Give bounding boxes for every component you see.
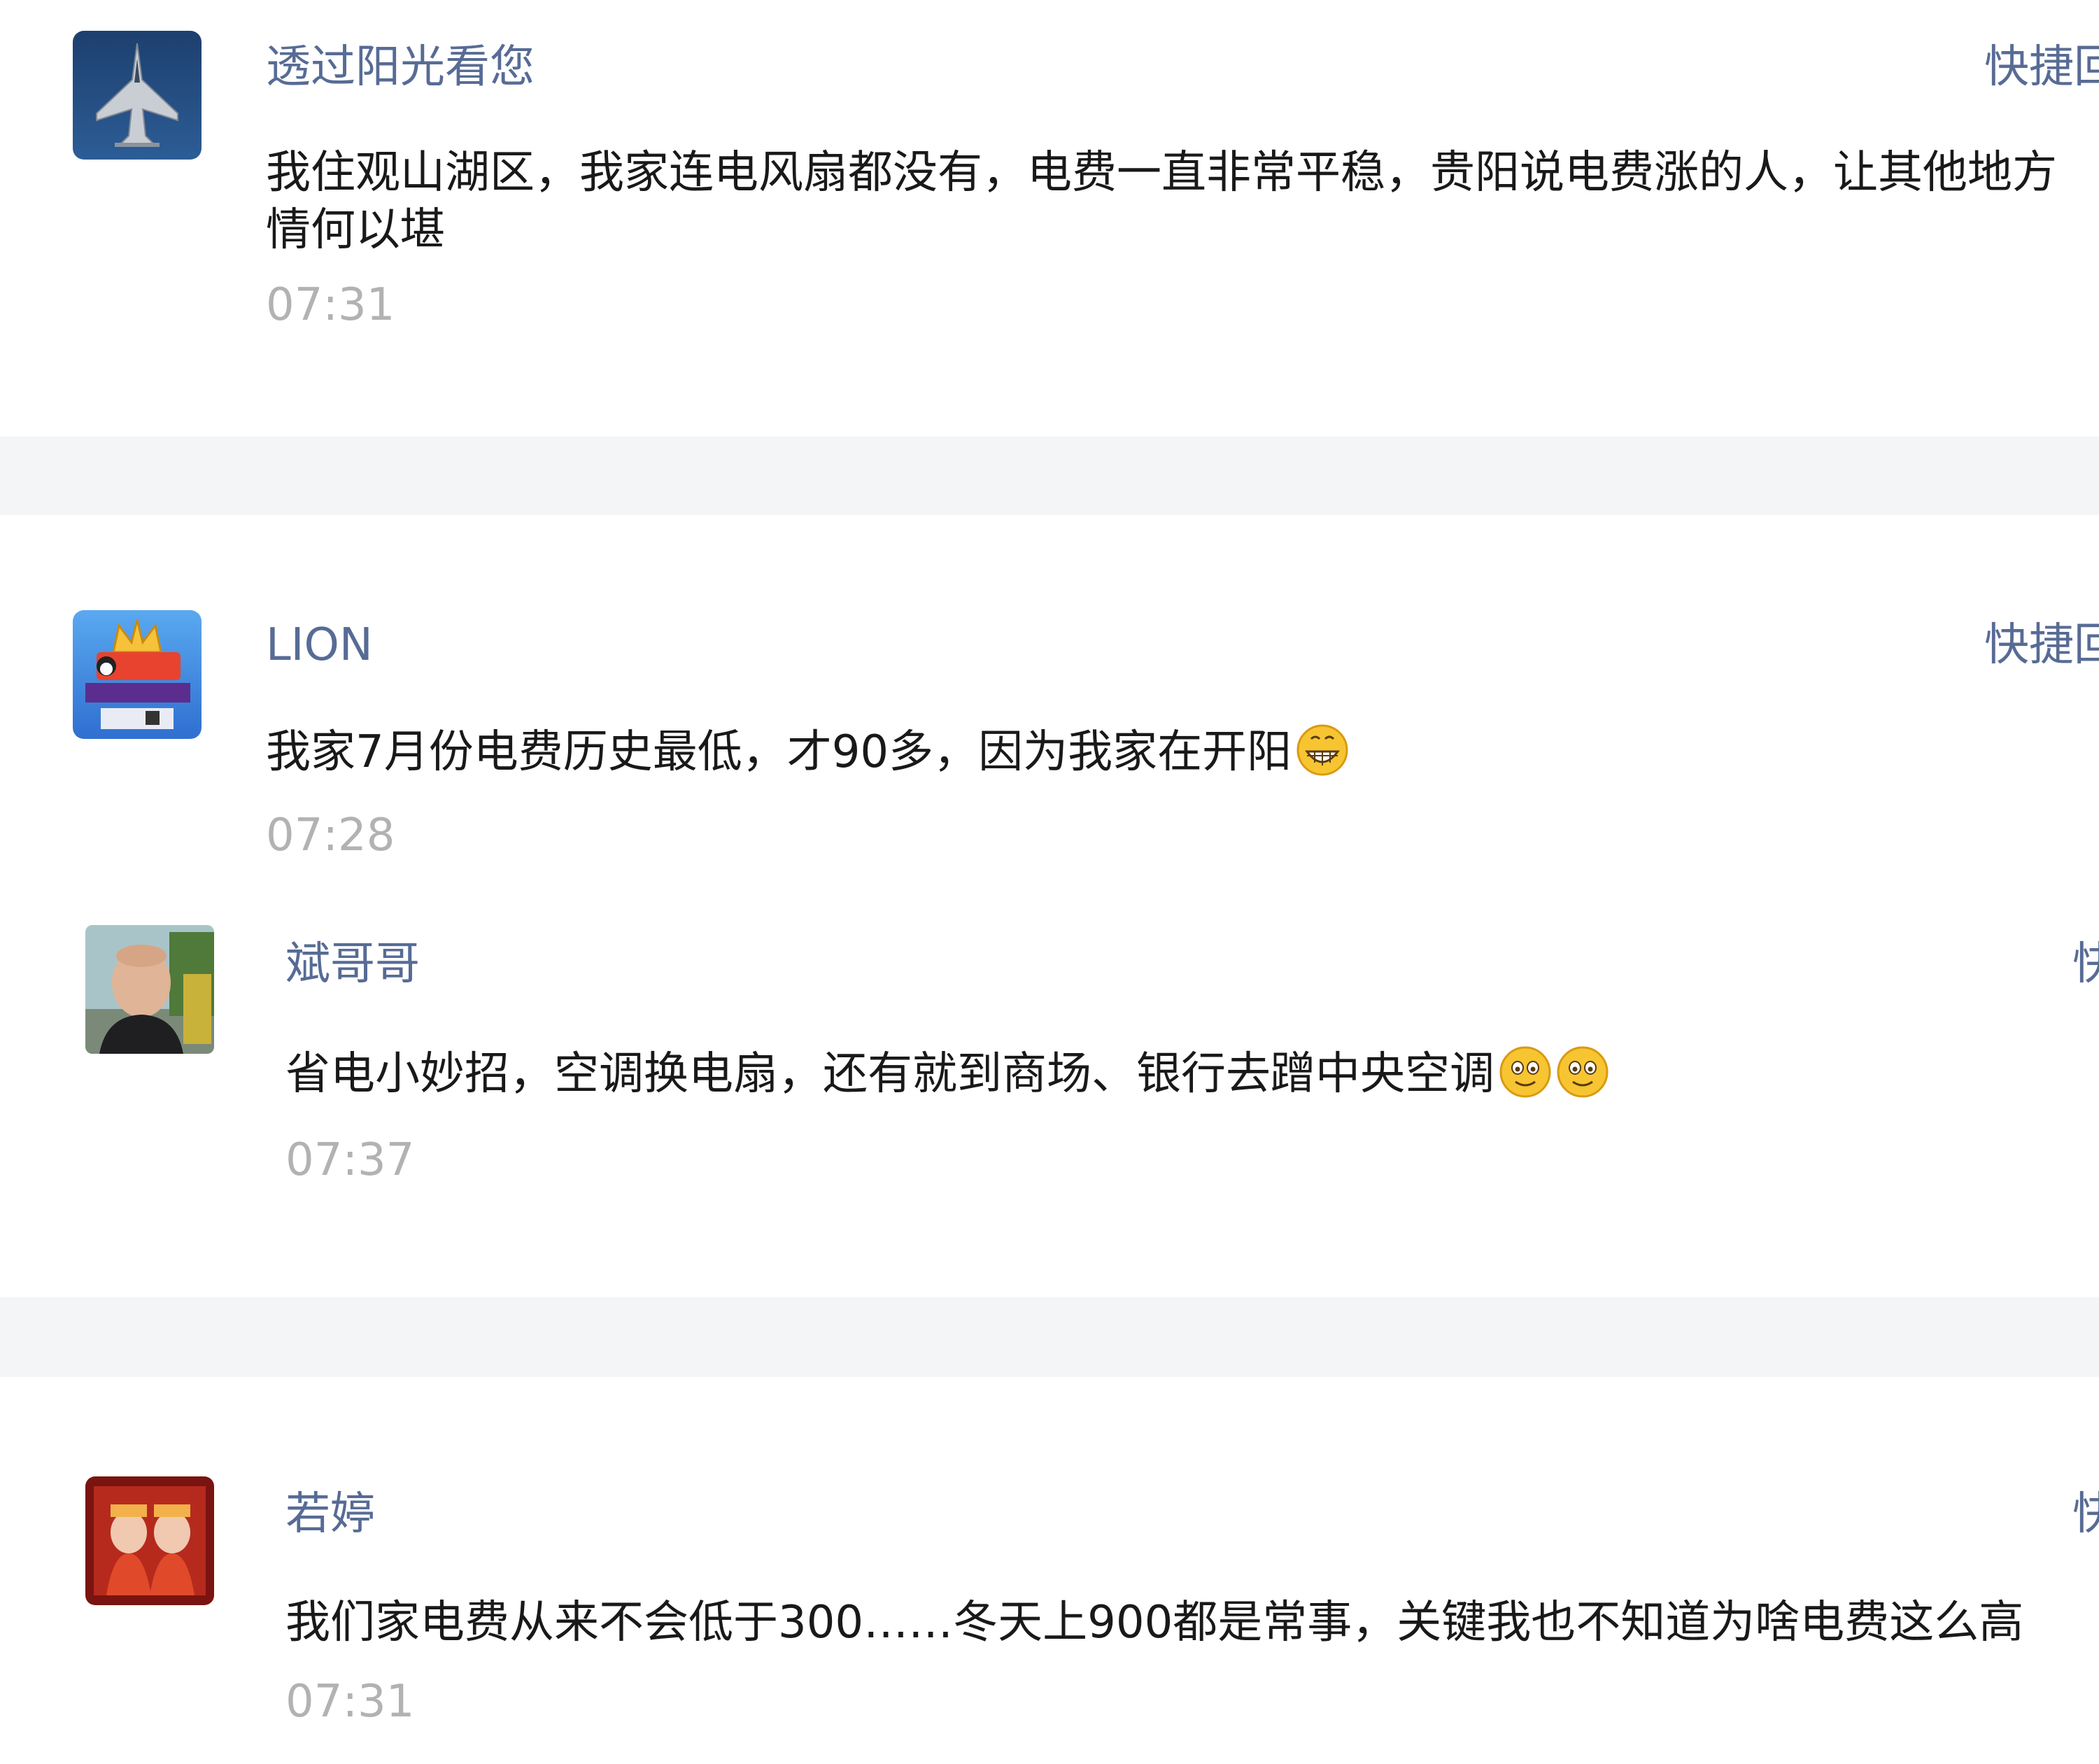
section-divider xyxy=(0,437,2099,515)
comment-time: 07:31 xyxy=(285,1676,415,1728)
comment-text-line: 我住观山湖区，我家连电风扇都没有，电费一直非常平稳，贵阳说电费涨的人，让其他地方 xyxy=(266,147,2057,199)
comment-time: 07:31 xyxy=(266,279,395,331)
comment-text: 我家7月份电费历史最低，才90多，因为我家在开阳 xyxy=(266,724,1349,781)
comment-list: 透过阳光看您 快捷回 我住观山湖区，我家连电风扇都没有，电费一直非常平稳，贵阳说… xyxy=(0,0,2099,1764)
quick-reply-button[interactable]: 快 xyxy=(2072,1486,2099,1542)
smile-emoji-icon xyxy=(1556,1045,1609,1099)
champion-game-icon xyxy=(73,610,202,739)
comment-text-body: 我家7月份电费历史最低，才90多，因为我家在开阳 xyxy=(266,726,1292,778)
comment-text-line: 情何以堪 xyxy=(266,204,445,256)
fighter-jet-icon xyxy=(73,31,202,160)
man-photo-icon xyxy=(85,925,214,1054)
smile-emoji-icon xyxy=(1499,1045,1552,1099)
commenter-name[interactable]: 透过阳光看您 xyxy=(266,39,535,95)
quick-reply-button[interactable]: 快捷回 xyxy=(1984,617,2099,673)
section-divider xyxy=(0,1297,2099,1377)
comment-time: 07:28 xyxy=(266,810,395,861)
avatar-red-portrait[interactable] xyxy=(85,1476,214,1605)
quick-reply-button[interactable]: 快捷回 xyxy=(1984,39,2099,95)
avatar-fighter-jet[interactable] xyxy=(73,31,202,160)
commenter-name[interactable]: 若婷 xyxy=(285,1486,375,1542)
red-portrait-icon xyxy=(85,1476,214,1605)
avatar-man-photo[interactable] xyxy=(85,925,214,1054)
commenter-name[interactable]: 斌哥哥 xyxy=(285,936,420,992)
comment-text-body: 省电小妙招，空调换电扇，还有就到商场、银行去蹭中央空调 xyxy=(285,1048,1494,1100)
commenter-name[interactable]: LION xyxy=(266,617,373,673)
comment-text: 省电小妙招，空调换电扇，还有就到商场、银行去蹭中央空调 xyxy=(285,1045,1609,1103)
avatar-champion[interactable] xyxy=(73,610,202,739)
quick-reply-button[interactable]: 快 xyxy=(2072,936,2099,992)
comment-time: 07:37 xyxy=(285,1134,415,1186)
comment-text: 我们家电费从来不会低于300……冬天上900都是常事，关键我也不知道为啥电费这么… xyxy=(285,1597,2024,1649)
grinning-emoji-icon xyxy=(1296,724,1349,777)
